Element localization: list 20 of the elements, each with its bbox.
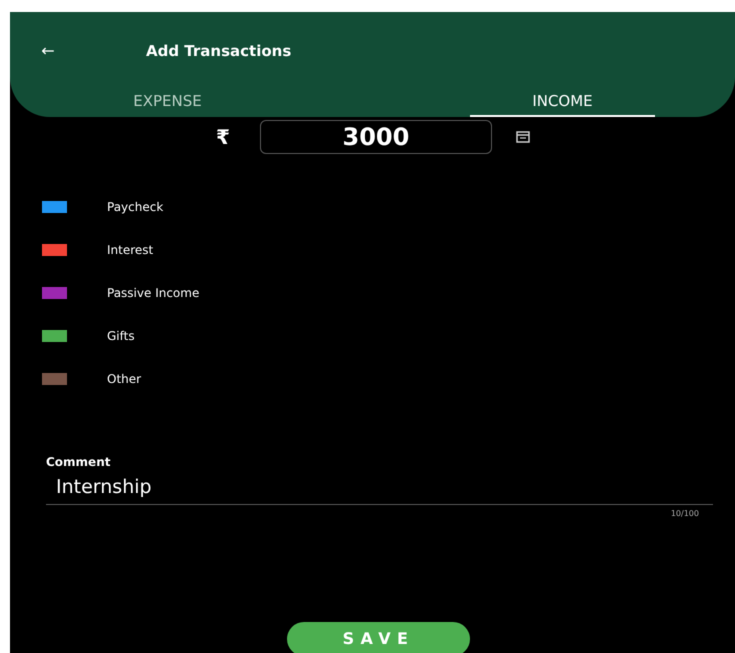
category-label: Paycheck xyxy=(107,199,164,216)
category-label: Interest xyxy=(107,242,154,259)
back-button[interactable]: ← xyxy=(38,39,58,63)
category-item[interactable]: Interest xyxy=(10,241,735,259)
category-item[interactable]: Paycheck xyxy=(10,198,735,216)
amount-field[interactable]: 3000 xyxy=(260,120,492,154)
screen-title: Add Transactions xyxy=(146,40,292,62)
category-label: Passive Income xyxy=(107,285,200,302)
comment-field[interactable]: Internship xyxy=(46,473,713,504)
currency-symbol: ₹ xyxy=(216,124,230,151)
character-counter: 10/100 xyxy=(670,508,699,520)
tab[interactable]: INCOME xyxy=(470,90,655,117)
category-item[interactable]: Passive Income xyxy=(10,284,735,302)
category-label: Gifts xyxy=(107,328,135,345)
category-label: Other xyxy=(107,371,142,388)
comment-label: Comment xyxy=(46,454,112,471)
category-item[interactable]: Other xyxy=(10,370,735,388)
calendar-icon[interactable] xyxy=(516,131,530,143)
category-item[interactable]: Gifts xyxy=(10,327,735,345)
tab[interactable]: EXPENSE xyxy=(75,90,260,117)
